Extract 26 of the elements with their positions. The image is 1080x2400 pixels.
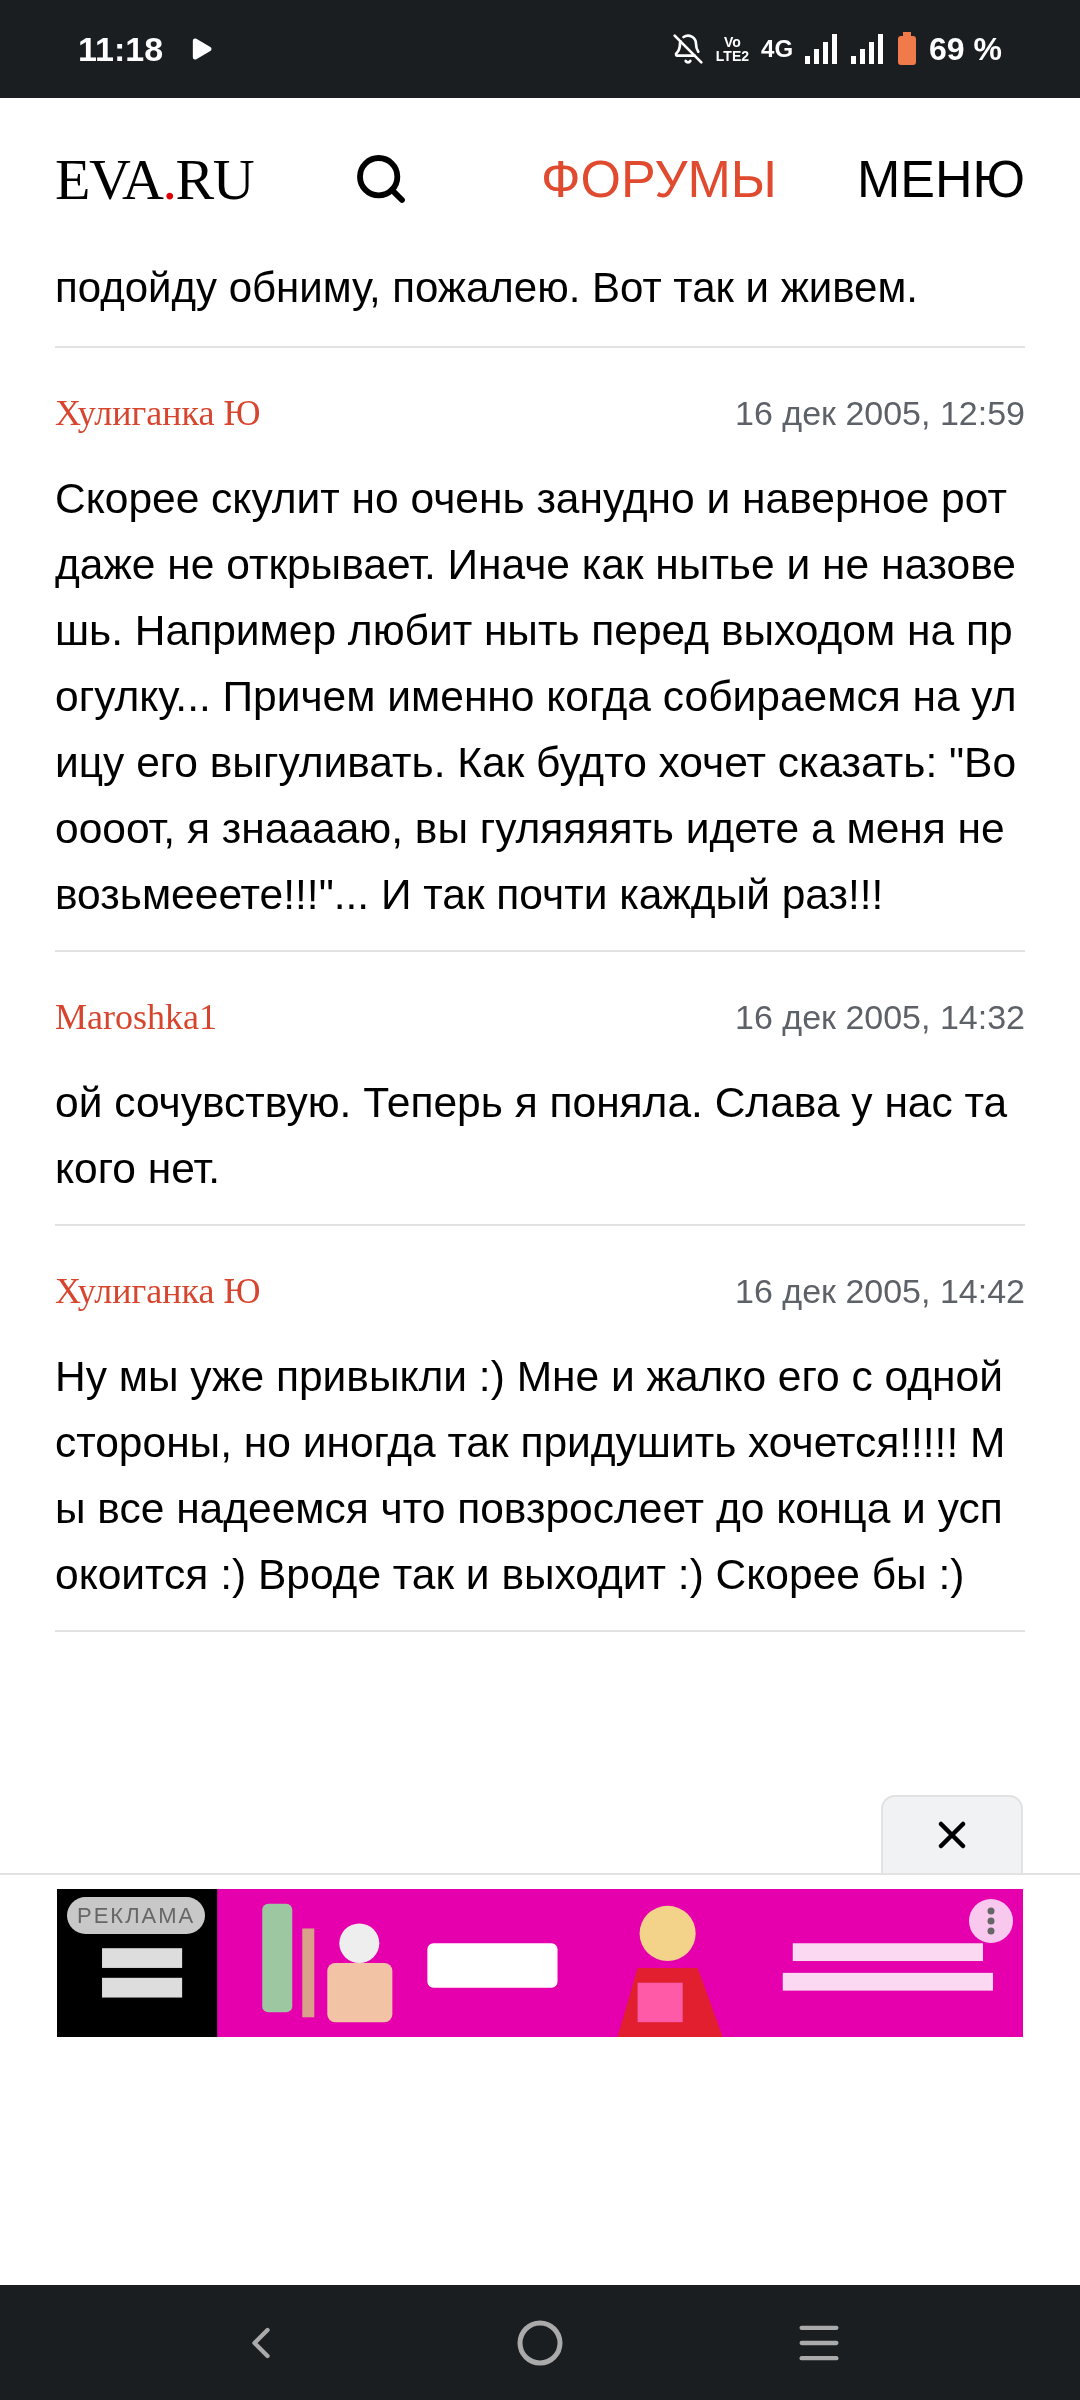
post-date: 16 дек 2005, 12:59 [735, 393, 1025, 434]
post-text: Ну мы уже привыкли :) Мне и жалко его с одной стороны, но иногда так придушить хочется!!!!! Мы все надеемся что повзрослеет до конца и успокоится :) Вроде так и выходит :) Скорее бы :) [55, 1352, 1007, 1600]
ad-label: РЕКЛАМА [67, 1897, 206, 1934]
post-text: ой сочувствую. Теперь я поняла. Слава у нас такого нет. [55, 1078, 1009, 1194]
battery-icon [897, 32, 918, 66]
post-author[interactable]: Maroshka1 [55, 990, 217, 1044]
more-icon [987, 1907, 995, 1935]
signal-icon [805, 34, 840, 64]
nav-link[interactable]: ФОРУМЫ [541, 140, 777, 218]
signal-icon [851, 34, 886, 64]
post-text: Скорее скулит но очень занудно и наверное рот даже не открывает. Иначе как нытье и не назовешь. Например любит ныть перед выходом на прогулку... Причем именно когда собираемся на улицу его выгуливать. Как будто хочет сказать: "Вооооот, я знааааю, вы гуляяяять идете а меня не возьмееете!!!"... И так почти каждый раз!!! [55, 474, 1018, 920]
bell-off-icon [671, 33, 704, 65]
post-date: 16 дек 2005, 14:42 [735, 1271, 1025, 1312]
volte-label: Vo [724, 35, 741, 49]
post-date: 16 дек 2005, 14:32 [735, 997, 1025, 1038]
close-button[interactable] [881, 1795, 1023, 1873]
network-label: 4G [761, 34, 794, 64]
post-author[interactable]: Хулиганка Ю [55, 1264, 261, 1318]
clock: 11:18 [78, 28, 164, 70]
volte-label: LTE2 [715, 49, 750, 63]
battery-percent: 69 % [929, 30, 1002, 69]
nav-link[interactable]: МЕНЮ [856, 140, 1025, 218]
site-logo[interactable]: EVA.RU [55, 135, 254, 223]
post-text: подойду обниму, пожалею. Вот так и живем. [55, 263, 919, 313]
post-author[interactable]: Хулиганка Ю [55, 386, 261, 440]
home-icon[interactable] [516, 2318, 564, 2367]
